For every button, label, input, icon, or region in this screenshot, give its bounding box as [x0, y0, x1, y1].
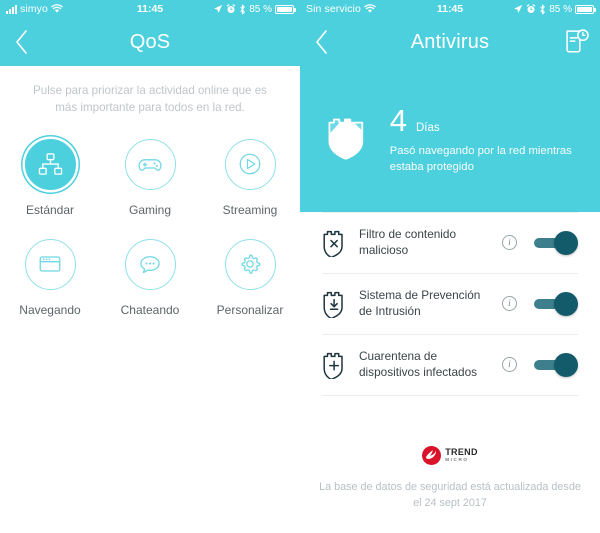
shield-plus-icon	[322, 350, 348, 380]
setting-row-quarantine-infected-devices[interactable]: Cuarentena de dispositivos infectados i	[322, 335, 578, 396]
gamepad-icon	[138, 159, 162, 171]
qos-mode-label: Chateando	[120, 302, 180, 317]
bluetooth-icon	[540, 4, 545, 14]
network-tree-icon	[38, 152, 62, 175]
signal-bars-icon	[6, 4, 17, 14]
status-left: Sin servicio	[306, 3, 376, 15]
trend-micro-wordmark: TREND MICRO	[445, 446, 478, 463]
navbar-qos: QoS	[0, 18, 300, 66]
setting-toggle[interactable]	[534, 352, 578, 377]
wifi-icon	[51, 4, 63, 13]
status-right: 85 %	[213, 3, 296, 15]
location-arrow-icon	[214, 4, 223, 13]
status-right: 85 %	[513, 3, 596, 15]
battery-icon	[275, 4, 296, 14]
protected-days-value: 4	[389, 102, 407, 138]
page-title: QoS	[129, 30, 171, 53]
setting-label: Filtro de contenido malicioso	[359, 227, 457, 257]
setting-toggle[interactable]	[534, 291, 578, 316]
back-button[interactable]	[300, 20, 344, 64]
trend-micro-mark-icon	[422, 445, 442, 465]
report-history-icon	[565, 29, 589, 53]
alarm-clock-icon	[526, 4, 536, 13]
qos-mode-personalizar[interactable]: Personalizar	[200, 238, 300, 317]
info-icon[interactable]: i	[502, 357, 517, 373]
qos-description: Pulse para priorizar la actividad online…	[33, 84, 267, 114]
setting-toggle[interactable]	[534, 230, 578, 255]
chevron-left-icon	[316, 30, 327, 54]
toggle-knob	[554, 291, 578, 316]
qos-mode-label: Personalizar	[216, 302, 284, 317]
antivirus-footer: TREND MICRO La base de datos de segurida…	[300, 445, 600, 511]
browser-window-icon	[39, 256, 61, 272]
shield-check-icon	[328, 118, 364, 160]
qos-mode-icon-wrap	[124, 238, 176, 290]
navbar-antivirus: Antivirus	[300, 18, 600, 66]
battery-percent-label: 85 %	[249, 3, 272, 15]
chevron-left-icon	[16, 30, 27, 54]
qos-mode-icon-wrap	[24, 238, 76, 290]
antivirus-hero: 4 Días Pasó navegando por la red mientra…	[300, 66, 600, 212]
wifi-icon	[364, 4, 376, 13]
antivirus-hero-text: 4 Días Pasó navegando por la red mientra…	[390, 103, 574, 176]
alarm-clock-icon	[226, 4, 236, 13]
setting-label: Cuarentena de dispositivos infectados	[359, 348, 478, 379]
qos-mode-navegando[interactable]: Navegando	[0, 238, 100, 317]
status-bar-antivirus: Sin servicio 11:45 85 %	[300, 0, 600, 18]
toggle-knob	[554, 230, 578, 255]
gear-icon	[241, 254, 261, 274]
setting-row-malicious-content-filter[interactable]: Filtro de contenido malicioso i	[322, 212, 578, 274]
toggle-knob	[554, 352, 578, 377]
battery-percent-label: 85 %	[549, 3, 572, 15]
dual-screenshot: simyo 11:45 85 % QoS Pulse para prioriza…	[0, 0, 600, 533]
info-icon[interactable]: i	[502, 235, 517, 251]
qos-mode-estandar[interactable]: Estándar	[0, 138, 100, 217]
brand-line-2: MICRO	[445, 456, 469, 462]
protected-days-subtitle: Pasó navegando por la red mientras estab…	[389, 144, 572, 173]
qos-mode-grid: Estándar Gaming Streaming Navegando Chat…	[0, 138, 300, 317]
carrier-label: Sin servicio	[306, 3, 361, 15]
protected-days-row: 4 Días	[390, 105, 574, 136]
qos-mode-gaming[interactable]: Gaming	[100, 138, 200, 217]
bluetooth-icon	[240, 4, 245, 14]
protected-days-unit: Días	[415, 121, 440, 134]
report-button[interactable]	[554, 20, 600, 64]
antivirus-settings-list: Filtro de contenido malicioso i Sistema …	[300, 212, 600, 396]
status-bar-qos: simyo 11:45 85 %	[0, 0, 300, 18]
qos-mode-label: Estándar	[25, 202, 75, 217]
info-icon[interactable]: i	[502, 296, 517, 312]
chat-bubble-icon	[140, 256, 160, 274]
qos-mode-icon-wrap	[24, 138, 76, 190]
qos-mode-label: Gaming	[128, 202, 172, 217]
setting-row-intrusion-prevention[interactable]: Sistema de Prevención de Intrusión i	[322, 274, 578, 335]
location-arrow-icon	[514, 4, 523, 13]
qos-mode-label: Navegando	[19, 302, 81, 317]
shield-x-icon	[322, 228, 348, 258]
back-button[interactable]	[0, 20, 44, 64]
trend-micro-logo: TREND MICRO	[422, 445, 478, 465]
play-circle-icon	[239, 153, 261, 175]
status-left: simyo	[6, 3, 63, 15]
qos-mode-streaming[interactable]: Streaming	[200, 138, 300, 217]
screen-qos: simyo 11:45 85 % QoS Pulse para prioriza…	[0, 0, 300, 533]
qos-mode-label: Streaming	[222, 202, 278, 217]
qos-mode-chateando[interactable]: Chateando	[100, 238, 200, 317]
screen-antivirus: Sin servicio 11:45 85 % Antivirus 4 Días…	[300, 0, 600, 533]
battery-icon	[575, 4, 596, 14]
qos-mode-icon-wrap	[224, 238, 276, 290]
shield-download-icon	[322, 289, 348, 319]
brand-line-1: TREND	[445, 446, 478, 457]
setting-label: Sistema de Prevención de Intrusión	[359, 287, 481, 318]
database-update-note: La base de datos de seguridad está actua…	[319, 480, 581, 509]
carrier-label: simyo	[20, 3, 48, 15]
qos-mode-icon-wrap	[124, 138, 176, 190]
qos-mode-icon-wrap	[224, 138, 276, 190]
